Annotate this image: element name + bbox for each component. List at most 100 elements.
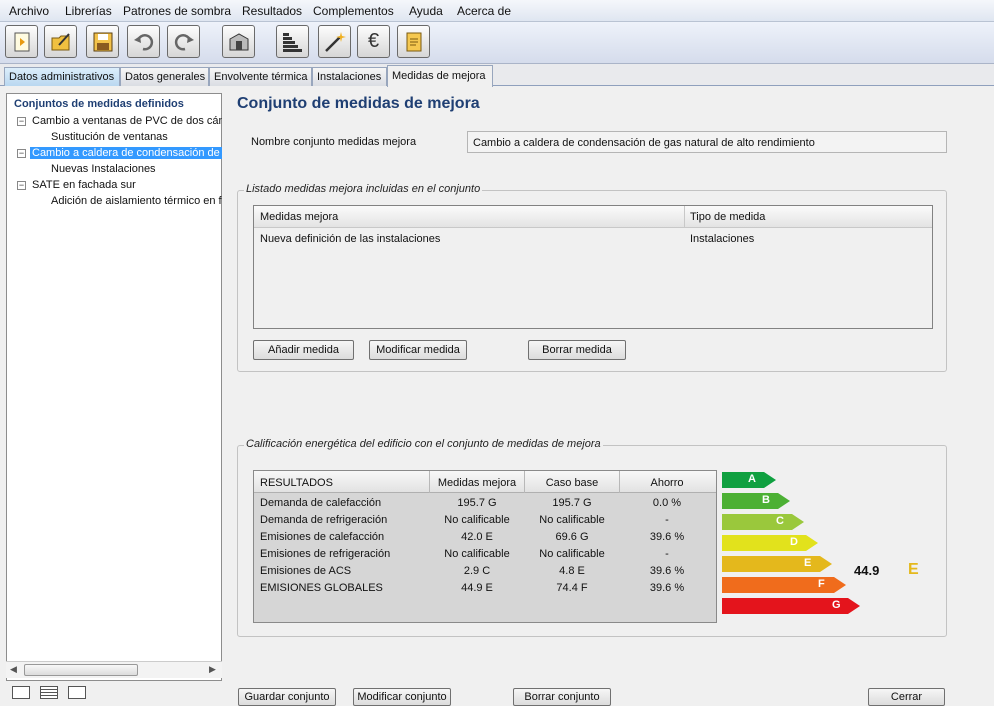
modify-set-button[interactable]: Modificar conjunto — [353, 688, 451, 706]
scale-letter: D — [790, 536, 798, 548]
scale-bar-b: B — [722, 493, 790, 509]
rating-group: Calificación energética del edificio con… — [237, 438, 947, 637]
tree-item-ventanas[interactable]: Cambio a ventanas de PVC de dos cáma — [32, 115, 222, 127]
scale-bar-a: A — [722, 472, 776, 488]
menu-ayuda[interactable]: Ayuda — [409, 4, 443, 18]
col-tipo-medida[interactable]: Tipo de medida — [690, 211, 765, 223]
tree-child-caldera[interactable]: Nuevas Instalaciones — [51, 163, 156, 175]
edit-set-icon[interactable] — [68, 686, 86, 699]
measures-list-group: Listado medidas mejora incluidas en el c… — [237, 183, 947, 372]
stairs-icon[interactable] — [276, 25, 309, 58]
close-button[interactable]: Cerrar — [868, 688, 945, 706]
tree-item-sate[interactable]: SATE en fachada sur — [32, 179, 136, 191]
building-icon[interactable] — [222, 25, 255, 58]
result-improved: 44.9 E — [461, 582, 493, 594]
scroll-thumb[interactable] — [24, 664, 138, 676]
result-saving: 39.6 % — [649, 531, 685, 543]
result-base: No calificable — [539, 514, 605, 526]
scale-letter: E — [804, 557, 812, 569]
results-row: EMISIONES GLOBALES 44.9 E 74.4 F 39.6 % — [254, 582, 716, 599]
collapse-icon[interactable]: − — [17, 117, 26, 126]
menu-acerca-de[interactable]: Acerca de — [457, 4, 511, 18]
tab-datos-administrativos[interactable]: Datos administrativos — [4, 67, 120, 86]
list-icon[interactable] — [40, 686, 58, 699]
tab-datos-generales[interactable]: Datos generales — [120, 67, 209, 86]
menu-archivo[interactable]: Archivo — [9, 4, 49, 18]
horizontal-scrollbar[interactable]: ◀ ▶ — [6, 661, 222, 678]
result-improved: No calificable — [444, 514, 510, 526]
result-saving: 39.6 % — [649, 582, 685, 594]
redo-icon[interactable] — [167, 25, 200, 58]
results-row: Demanda de calefacción 195.7 G 195.7 G 0.0 … — [254, 497, 716, 514]
tab-medidas-de-mejora[interactable]: Medidas de mejora — [387, 65, 493, 87]
scale-bar-e: E — [722, 556, 832, 572]
measure-type: Instalaciones — [690, 233, 755, 245]
add-measure-button[interactable]: Añadir medida — [253, 340, 354, 360]
modify-measure-button[interactable]: Modificar medida — [369, 340, 467, 360]
tree-item-caldera[interactable]: Cambio a caldera de condensación de g — [30, 147, 222, 159]
add-set-icon[interactable] — [12, 686, 30, 699]
euro-glyph: € — [367, 30, 380, 52]
results-header: RESULTADOS Medidas mejora Caso base Ahor… — [254, 471, 716, 493]
scale-letter: G — [832, 599, 841, 611]
menu-librerias[interactable]: Librerías — [65, 4, 112, 18]
euro-icon[interactable]: € — [357, 25, 390, 58]
result-saving: 39.6 % — [649, 565, 685, 577]
result-improved: 195.7 G — [457, 497, 497, 509]
result-saving: - — [665, 548, 669, 560]
scale-letter: C — [776, 515, 784, 527]
save-set-button[interactable]: Guardar conjunto — [238, 688, 336, 706]
result-improved: 42.0 E — [461, 531, 493, 543]
result-label: Emisiones de refrigeración — [260, 548, 391, 560]
scale-bar-c: C — [722, 514, 804, 530]
tree-root[interactable]: Conjuntos de medidas definidos — [14, 98, 184, 110]
collapse-icon[interactable]: − — [17, 149, 26, 158]
rating-legend: Calificación energética del edificio con… — [244, 438, 603, 450]
delete-set-button[interactable]: Borrar conjunto — [513, 688, 611, 706]
scale-bar-d: D — [722, 535, 818, 551]
result-improved: 2.9 C — [463, 565, 491, 577]
menu-patrones-sombra[interactable]: Patrones de sombra — [123, 4, 231, 18]
scroll-left-icon[interactable]: ◀ — [10, 664, 17, 675]
result-label: EMISIONES GLOBALES — [260, 582, 383, 594]
measures-tree-panel: Conjuntos de medidas definidos − Cambio … — [6, 93, 222, 681]
scale-bar-f: F — [722, 577, 846, 593]
menu-complementos[interactable]: Complementos — [313, 4, 394, 18]
new-file-icon[interactable] — [5, 25, 38, 58]
result-label: Emisiones de calefacción — [260, 531, 385, 543]
collapse-icon[interactable]: − — [17, 181, 26, 190]
scroll-right-icon[interactable]: ▶ — [209, 664, 216, 675]
delete-measure-button[interactable]: Borrar medida — [528, 340, 626, 360]
scale-bar-g: G — [722, 598, 860, 614]
measures-list-legend: Listado medidas mejora incluidas en el c… — [244, 183, 483, 195]
tab-envolvente-termica[interactable]: Envolvente térmica — [209, 67, 312, 86]
name-label: Nombre conjunto medidas mejora — [251, 136, 417, 148]
menu-resultados[interactable]: Resultados — [242, 4, 302, 18]
tree-child-sate[interactable]: Adición de aislamiento térmico en fa — [51, 195, 222, 207]
result-label: Demanda de calefacción — [260, 497, 382, 509]
result-base: 4.8 E — [559, 565, 585, 577]
toolbar: € — [0, 22, 994, 64]
save-icon[interactable] — [86, 25, 119, 58]
measures-table: Medidas mejora Tipo de medida Nueva defi… — [253, 205, 933, 329]
result-saving: 0.0 % — [652, 497, 682, 509]
results-row: Emisiones de refrigeración No calificable… — [254, 548, 716, 565]
col-resultados: RESULTADOS — [260, 477, 333, 489]
rating-letter: E — [908, 561, 919, 578]
report-icon[interactable] — [397, 25, 430, 58]
open-folder-icon[interactable] — [44, 25, 77, 58]
tab-instalaciones[interactable]: Instalaciones — [312, 67, 387, 86]
tree-child-ventanas[interactable]: Sustitución de ventanas — [51, 131, 168, 143]
magic-wand-icon[interactable] — [318, 25, 351, 58]
table-header: Medidas mejora Tipo de medida — [254, 206, 932, 228]
measure-name: Nueva definición de las instalaciones — [260, 233, 441, 245]
result-base: 69.6 G — [555, 531, 589, 543]
scale-letter: F — [818, 578, 825, 590]
page-title: Conjunto de medidas de mejora — [237, 95, 480, 112]
set-name-field[interactable]: Cambio a caldera de condensación de gas … — [467, 131, 947, 153]
result-label: Demanda de refrigeración — [260, 514, 388, 526]
undo-icon[interactable] — [127, 25, 160, 58]
col-medidas-mejora[interactable]: Medidas mejora — [260, 211, 338, 223]
energy-scale: ABCDEFG — [722, 472, 882, 622]
results-row: Emisiones de ACS 2.9 C 4.8 E 39.6 % — [254, 565, 716, 582]
